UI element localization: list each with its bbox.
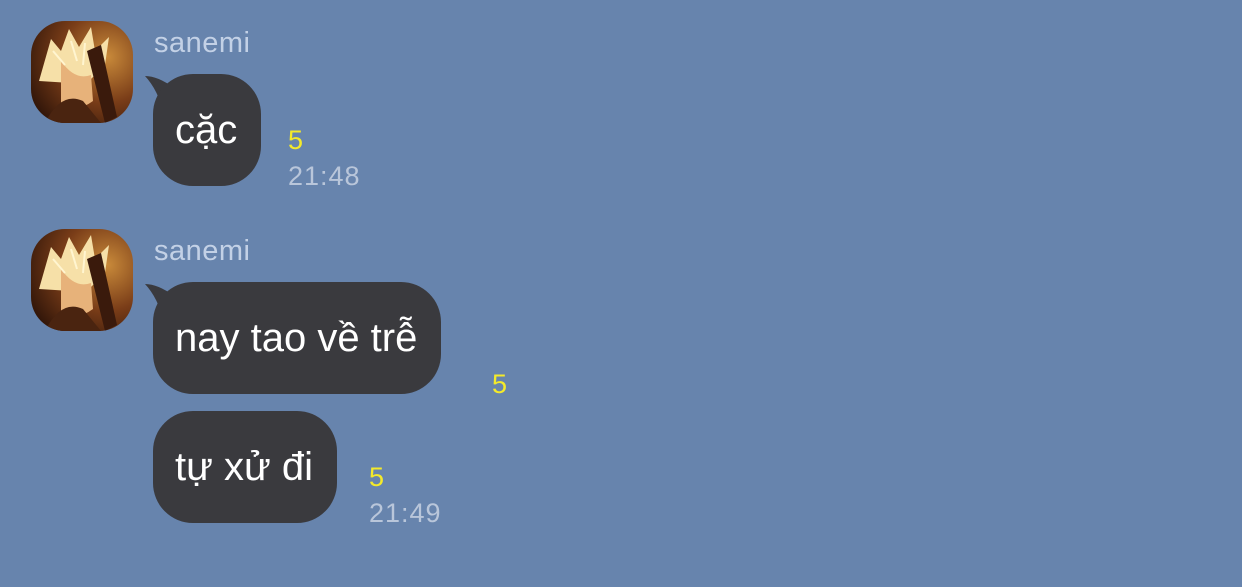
read-count: 5 — [288, 125, 304, 155]
message-bubble[interactable]: tự xử đi — [153, 411, 338, 523]
sender-name: sanemi — [154, 235, 251, 267]
avatar-image — [31, 21, 133, 123]
read-count: 5 — [492, 369, 508, 399]
message-bubble[interactable]: nay tao về trễ — [153, 282, 442, 394]
avatar[interactable] — [31, 21, 133, 123]
avatar-image — [31, 229, 133, 331]
read-count: 5 — [369, 462, 385, 492]
message-timestamp: 21:48 — [288, 161, 361, 191]
message-timestamp: 21:49 — [369, 498, 442, 528]
avatar[interactable] — [31, 229, 133, 331]
message-bubble[interactable]: cặc — [153, 74, 262, 186]
sender-name: sanemi — [154, 27, 251, 59]
